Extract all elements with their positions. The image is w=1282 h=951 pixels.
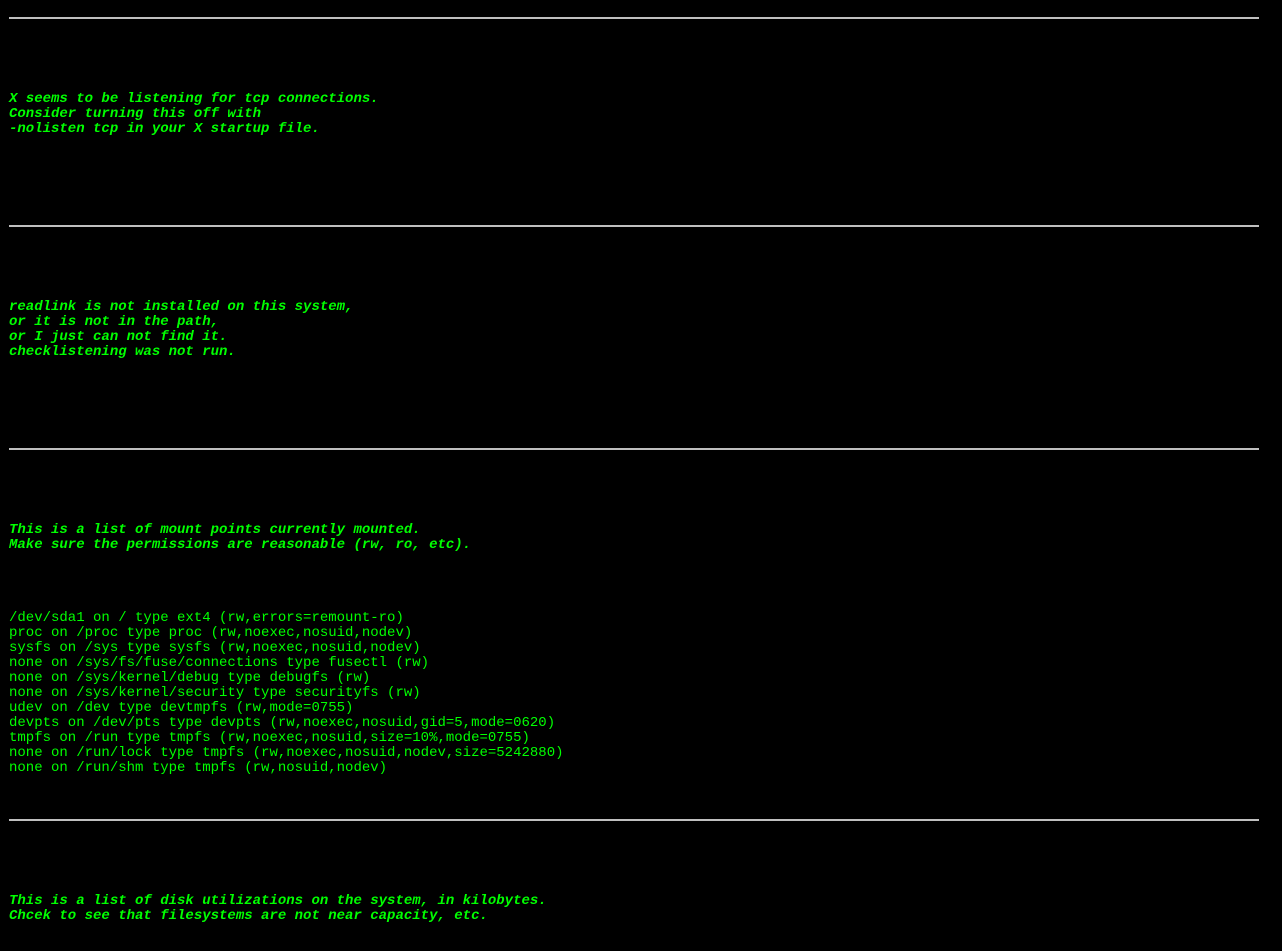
separator: [9, 225, 1259, 227]
terminal-output: X seems to be listening for tcp connecti…: [0, 0, 1282, 951]
mounts-list: /dev/sda1 on / type ext4 (rw,errors=remo…: [9, 611, 1273, 804]
separator: [9, 448, 1259, 450]
disk-intro: This is a list of disk utilizations on t…: [9, 836, 1273, 924]
readlink-warning: readlink is not installed on this system…: [9, 242, 1273, 433]
mounts-intro: This is a list of mount points currently…: [9, 465, 1273, 553]
x-listening-warning: X seems to be listening for tcp connecti…: [9, 34, 1273, 210]
separator: [9, 17, 1259, 19]
separator: [9, 819, 1259, 821]
